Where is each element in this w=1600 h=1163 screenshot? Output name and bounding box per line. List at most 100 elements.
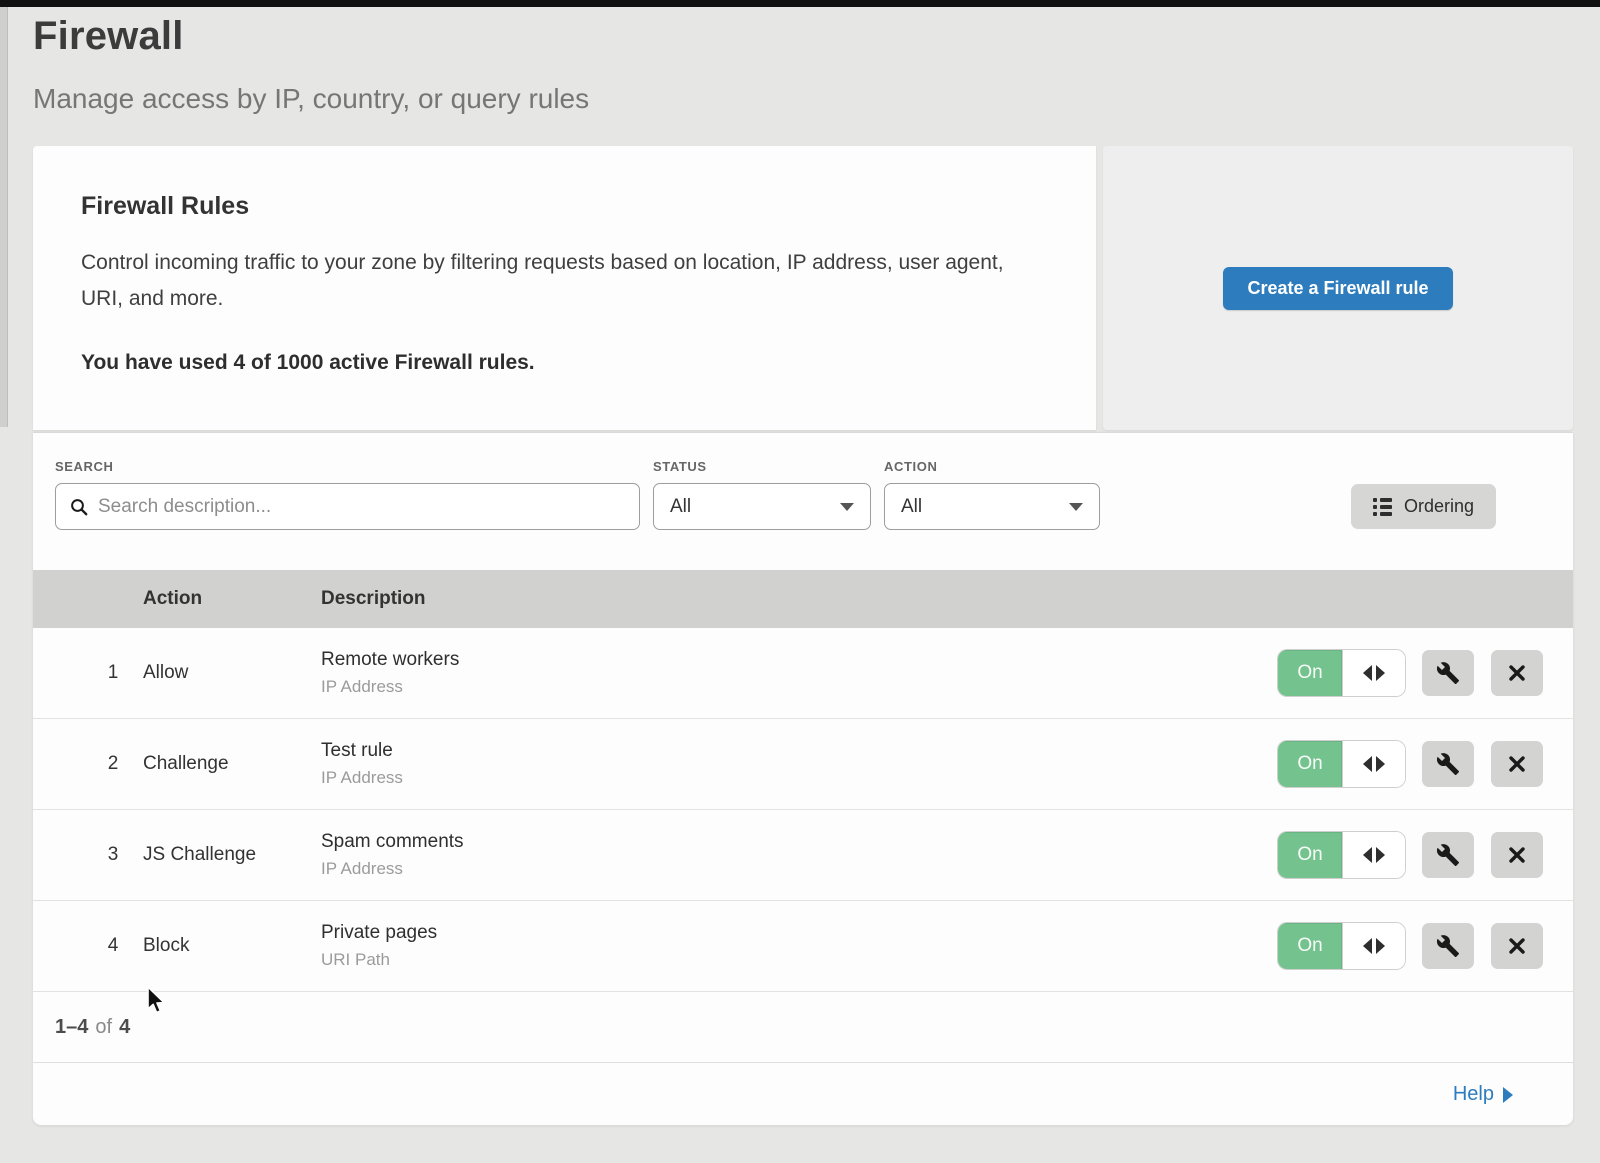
- page-subtitle: Manage access by IP, country, or query r…: [33, 83, 1573, 115]
- rule-controls: On: [1278, 741, 1573, 787]
- firewall-page: Firewall Manage access by IP, country, o…: [33, 0, 1573, 1125]
- rule-priority: 1: [83, 662, 143, 684]
- rule-enabled-toggle[interactable]: On: [1278, 741, 1405, 787]
- close-icon: [1507, 845, 1527, 865]
- search-label: SEARCH: [55, 459, 640, 474]
- toggle-handle[interactable]: [1342, 832, 1405, 878]
- rule-description: Spam comments: [321, 831, 1278, 853]
- arrow-right-icon: [1376, 756, 1385, 772]
- filters-bar: SEARCH STATUS All ACTION: [33, 433, 1573, 570]
- rule-priority: 4: [83, 935, 143, 957]
- rule-controls: On: [1278, 650, 1573, 696]
- create-firewall-rule-button[interactable]: Create a Firewall rule: [1223, 267, 1452, 310]
- action-label: ACTION: [884, 459, 1100, 474]
- rule-match-type: IP Address: [321, 677, 1278, 697]
- rule-priority: 3: [83, 844, 143, 866]
- window-left-edge: [0, 7, 8, 427]
- search-icon: [70, 498, 88, 516]
- create-rule-panel: Create a Firewall rule: [1103, 146, 1573, 430]
- firewall-rules-info: Firewall Rules Control incoming traffic …: [33, 146, 1096, 430]
- wrench-icon: [1436, 752, 1460, 776]
- rules-usage-text: You have used 4 of 1000 active Firewall …: [81, 351, 1048, 375]
- card-title: Firewall Rules: [81, 192, 1048, 221]
- firewall-rules-card: Firewall Rules Control incoming traffic …: [33, 146, 1573, 430]
- arrow-right-icon: [1503, 1087, 1513, 1103]
- page-title: Firewall: [33, 14, 1573, 59]
- chevron-down-icon: [1069, 503, 1083, 511]
- rules-list-card: SEARCH STATUS All ACTION: [33, 432, 1573, 1125]
- table-row: 1 Allow Remote workers IP Address On: [33, 628, 1573, 719]
- rule-controls: On: [1278, 923, 1573, 969]
- chevron-down-icon: [840, 503, 854, 511]
- rules-table-body: 1 Allow Remote workers IP Address On: [33, 628, 1573, 992]
- list-ordering-icon: [1373, 498, 1392, 516]
- toggle-on-label: On: [1278, 650, 1342, 696]
- arrow-left-icon: [1363, 665, 1372, 681]
- search-box[interactable]: [55, 483, 640, 530]
- pagination: 1–4 of 4: [33, 992, 1573, 1063]
- edit-rule-button[interactable]: [1422, 741, 1474, 787]
- rule-controls: On: [1278, 832, 1573, 878]
- edit-rule-button[interactable]: [1422, 650, 1474, 696]
- table-row: 4 Block Private pages URI Path On: [33, 901, 1573, 992]
- wrench-icon: [1436, 934, 1460, 958]
- action-selected-value: All: [901, 496, 922, 518]
- delete-rule-button[interactable]: [1491, 923, 1543, 969]
- column-header-description: Description: [321, 588, 1573, 610]
- toggle-on-label: On: [1278, 832, 1342, 878]
- rule-action: Allow: [143, 662, 321, 684]
- action-select[interactable]: All: [884, 483, 1100, 530]
- toggle-handle[interactable]: [1342, 923, 1405, 969]
- arrow-right-icon: [1376, 665, 1385, 681]
- card-description: Control incoming traffic to your zone by…: [81, 245, 1031, 317]
- rule-action: JS Challenge: [143, 844, 321, 866]
- wrench-icon: [1436, 843, 1460, 867]
- table-row: 3 JS Challenge Spam comments IP Address …: [33, 810, 1573, 901]
- rule-description: Remote workers: [321, 649, 1278, 671]
- search-input[interactable]: [98, 496, 625, 518]
- arrow-right-icon: [1376, 847, 1385, 863]
- close-icon: [1507, 936, 1527, 956]
- search-filter: SEARCH: [55, 459, 640, 530]
- delete-rule-button[interactable]: [1491, 832, 1543, 878]
- status-filter: STATUS All: [640, 459, 871, 530]
- arrow-left-icon: [1363, 847, 1372, 863]
- rule-match-type: URI Path: [321, 950, 1278, 970]
- rule-description-cell: Spam comments IP Address: [321, 831, 1278, 879]
- pagination-of: of: [95, 1016, 112, 1039]
- status-select[interactable]: All: [653, 483, 871, 530]
- ordering-button-label: Ordering: [1404, 496, 1474, 517]
- column-header-action: Action: [143, 588, 321, 610]
- arrow-left-icon: [1363, 938, 1372, 954]
- close-icon: [1507, 754, 1527, 774]
- rule-enabled-toggle[interactable]: On: [1278, 650, 1405, 696]
- help-link[interactable]: Help: [1453, 1083, 1513, 1106]
- status-label: STATUS: [653, 459, 871, 474]
- rule-action: Challenge: [143, 753, 321, 775]
- status-selected-value: All: [670, 496, 691, 518]
- arrow-left-icon: [1363, 756, 1372, 772]
- rule-enabled-toggle[interactable]: On: [1278, 923, 1405, 969]
- pagination-total: 4: [119, 1016, 130, 1039]
- delete-rule-button[interactable]: [1491, 741, 1543, 787]
- rule-description-cell: Test rule IP Address: [321, 740, 1278, 788]
- rule-enabled-toggle[interactable]: On: [1278, 832, 1405, 878]
- table-header: Action Description: [33, 570, 1573, 628]
- rule-description-cell: Private pages URI Path: [321, 922, 1278, 970]
- rule-priority: 2: [83, 753, 143, 775]
- edit-rule-button[interactable]: [1422, 923, 1474, 969]
- toggle-on-label: On: [1278, 923, 1342, 969]
- rule-description: Test rule: [321, 740, 1278, 762]
- close-icon: [1507, 663, 1527, 683]
- rule-description: Private pages: [321, 922, 1278, 944]
- help-link-label: Help: [1453, 1083, 1494, 1106]
- arrow-right-icon: [1376, 938, 1385, 954]
- toggle-handle[interactable]: [1342, 741, 1405, 787]
- edit-rule-button[interactable]: [1422, 832, 1474, 878]
- window-top-edge: [0, 0, 1600, 7]
- toggle-handle[interactable]: [1342, 650, 1405, 696]
- ordering-button[interactable]: Ordering: [1351, 484, 1496, 529]
- toggle-on-label: On: [1278, 741, 1342, 787]
- action-filter: ACTION All: [871, 459, 1100, 530]
- delete-rule-button[interactable]: [1491, 650, 1543, 696]
